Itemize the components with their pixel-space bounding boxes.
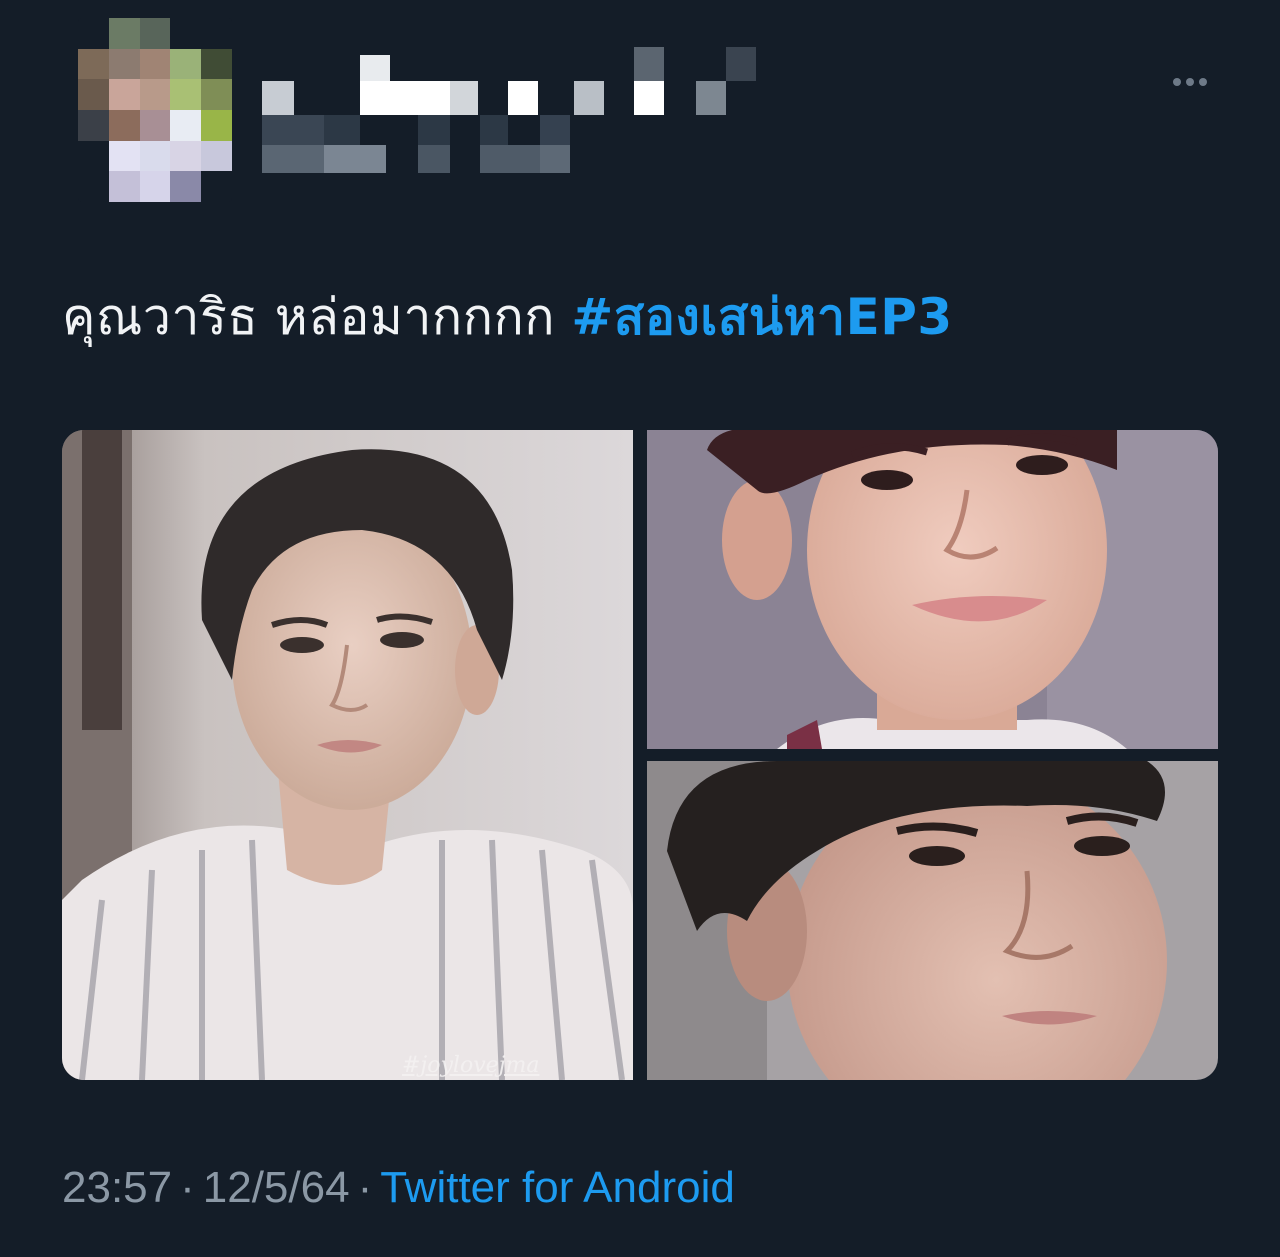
photo-bottom-right-man-closeup[interactable] bbox=[647, 761, 1218, 1080]
author-name-censored[interactable] bbox=[262, 45, 762, 175]
meta-separator: · bbox=[180, 1163, 195, 1212]
photo-left-man-striped-shirt[interactable]: #joylovejma bbox=[62, 430, 633, 1080]
tweet-text: คุณวาริธ หล่อมากกกก #สองเสน่หาEP3 bbox=[62, 282, 953, 352]
photo-top-right-man-smiling[interactable] bbox=[647, 430, 1218, 749]
more-options-button[interactable] bbox=[1168, 64, 1212, 100]
tweet-date: 12/5/64 bbox=[202, 1163, 350, 1212]
photo-watermark: #joylovejma bbox=[402, 1053, 540, 1078]
media-grid: #joylovejma bbox=[62, 430, 1218, 1080]
tweet-body-text: คุณวาริธ หล่อมากกกก bbox=[62, 288, 572, 346]
tweet-meta: 23:57 · 12/5/64 · Twitter for Android bbox=[62, 1160, 735, 1216]
more-horizontal-icon bbox=[1173, 78, 1181, 86]
more-horizontal-icon bbox=[1186, 78, 1194, 86]
meta-separator: · bbox=[357, 1163, 373, 1212]
tweet-source-link[interactable]: Twitter for Android bbox=[380, 1163, 735, 1212]
tweet: คุณวาริธ หล่อมากกกก #สองเสน่หาEP3 #joylo… bbox=[0, 0, 1280, 1257]
tweet-time: 23:57 bbox=[62, 1163, 173, 1212]
avatar[interactable] bbox=[78, 18, 232, 202]
hashtag-link[interactable]: #สองเสน่หาEP3 bbox=[571, 288, 952, 346]
more-horizontal-icon bbox=[1199, 78, 1207, 86]
